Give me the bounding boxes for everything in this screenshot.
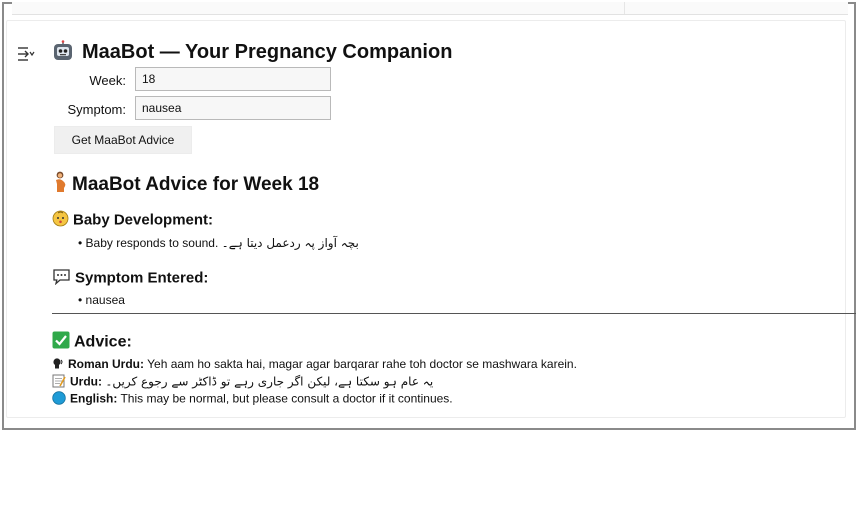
roman-urdu-label: Roman Urdu: bbox=[68, 357, 144, 371]
english-label: English: bbox=[70, 391, 118, 406]
robot-face-icon bbox=[52, 40, 74, 64]
get-advice-button[interactable]: Get MaaBot Advice bbox=[54, 126, 192, 154]
advice-roman-urdu: Roman Urdu: Yeh aam ho sakta hai, magar … bbox=[52, 357, 577, 372]
advice-heading: MaaBot Advice for Week 18 bbox=[52, 171, 319, 199]
week-input[interactable] bbox=[135, 67, 331, 91]
sidebar-toggle-icon[interactable] bbox=[16, 44, 36, 64]
symptom-label: Symptom: bbox=[67, 102, 126, 117]
baby-item-urdu: بچہ آواز پہ ردعمل دیتا ہے۔ bbox=[221, 236, 359, 250]
symptom-entered-heading: Symptom Entered: bbox=[52, 268, 208, 289]
globe-icon bbox=[52, 391, 66, 408]
advice-section-heading: Advice: bbox=[52, 331, 132, 354]
advice-english: English: This may be normal, but please … bbox=[52, 391, 453, 408]
baby-face-icon bbox=[52, 210, 69, 231]
symptom-item-text: nausea bbox=[85, 293, 125, 307]
speech-bubble-icon bbox=[52, 268, 71, 289]
baby-development-item: • Baby responds to sound. بچہ آواز پہ رد… bbox=[78, 236, 359, 250]
page-title: MaaBot — Your Pregnancy Companion bbox=[52, 40, 452, 64]
top-strip bbox=[12, 2, 848, 15]
advice-heading-text: MaaBot Advice for Week 18 bbox=[72, 174, 320, 196]
pregnant-woman-icon bbox=[52, 171, 68, 199]
baby-item-english: Baby responds to sound. bbox=[85, 236, 219, 250]
divider bbox=[52, 313, 856, 314]
baby-development-heading-text: Baby Development: bbox=[73, 211, 214, 229]
urdu-label: Urdu: bbox=[70, 374, 102, 389]
bullet-dot: • bbox=[78, 236, 86, 250]
urdu-text: یہ عام ہو سکتا ہے، لیکن اگر جاری رہے تو … bbox=[105, 374, 434, 389]
symptom-entered-item: • nausea bbox=[78, 293, 125, 307]
advice-urdu: Urdu: یہ عام ہو سکتا ہے، لیکن اگر جاری ر… bbox=[52, 374, 433, 391]
bullet-dot: • bbox=[78, 293, 86, 307]
symptom-entered-heading-text: Symptom Entered: bbox=[75, 269, 209, 287]
baby-development-heading: Baby Development: bbox=[52, 210, 213, 231]
symptom-input[interactable] bbox=[135, 96, 331, 120]
english-text: This may be normal, but please consult a… bbox=[120, 391, 453, 406]
week-label: Week: bbox=[89, 73, 126, 88]
memo-icon bbox=[52, 374, 66, 391]
speaking-head-icon bbox=[52, 357, 64, 372]
advice-section-heading-text: Advice: bbox=[74, 333, 132, 351]
check-mark-icon bbox=[52, 331, 70, 354]
page-title-text: MaaBot — Your Pregnancy Companion bbox=[82, 41, 453, 63]
roman-urdu-text: Yeh aam ho sakta hai, magar agar barqara… bbox=[147, 357, 577, 371]
